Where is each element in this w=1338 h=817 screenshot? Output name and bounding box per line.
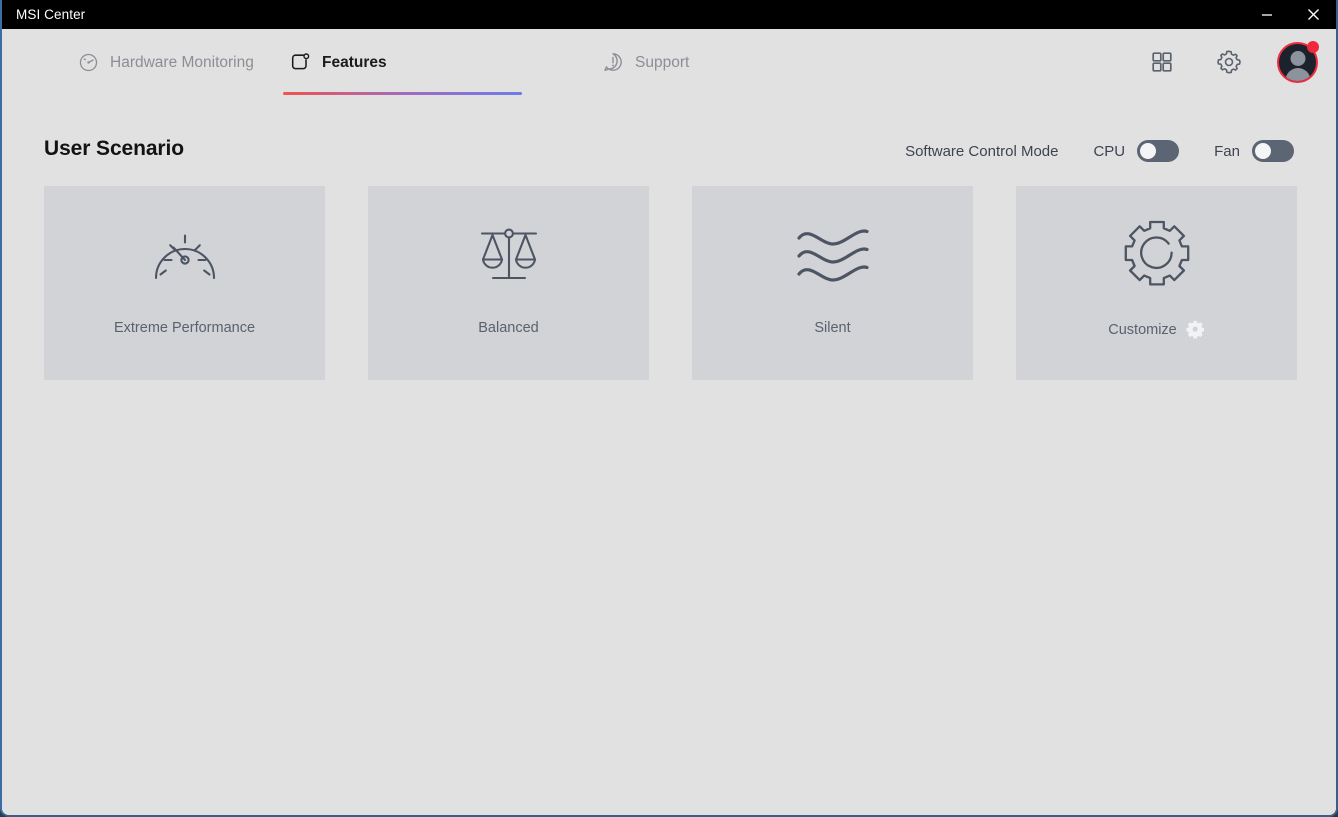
settings-button[interactable] xyxy=(1210,43,1248,81)
msi-center-window: MSI Center Hardware Monitoring Features … xyxy=(0,0,1338,817)
avatar-body xyxy=(1285,67,1310,81)
minimize-button[interactable] xyxy=(1244,0,1290,29)
fan-toggle-label: Fan xyxy=(1214,142,1240,160)
minimize-icon xyxy=(1262,13,1272,16)
scenario-label: Balanced xyxy=(478,320,539,336)
card-label-row: Silent xyxy=(814,320,850,336)
gear-outline-icon xyxy=(1118,186,1196,326)
user-scenario-cards: Extreme Performance Balanced Silent Cust… xyxy=(44,186,1297,380)
scenario-label: Extreme Performance xyxy=(113,320,256,336)
close-button[interactable] xyxy=(1290,0,1336,29)
software-control-mode: Software Control Mode CPU Fan xyxy=(905,140,1294,162)
page-title: User Scenario xyxy=(44,137,184,160)
card-label-row: Extreme Performance xyxy=(114,320,255,336)
gauge-dial-icon xyxy=(78,52,99,73)
content-area: User Scenario Software Control Mode CPU … xyxy=(2,95,1336,815)
scenario-label: Silent xyxy=(814,320,851,336)
avatar[interactable] xyxy=(1277,40,1319,83)
window-controls xyxy=(1244,0,1336,29)
apps-grid-button[interactable] xyxy=(1143,43,1181,81)
tab-support[interactable]: Support xyxy=(596,29,695,95)
scenario-card-balanced[interactable]: Balanced xyxy=(368,186,649,380)
balance-scale-icon xyxy=(471,186,547,326)
speech-bubble-alert-icon xyxy=(602,51,624,73)
fan-toggle[interactable] xyxy=(1252,140,1294,162)
top-action-bar xyxy=(1143,29,1319,95)
close-icon xyxy=(1307,9,1319,20)
notification-badge xyxy=(1307,40,1319,53)
tab-label: Features xyxy=(322,54,387,72)
fan-toggle-group: Fan xyxy=(1214,140,1294,162)
app-title: MSI Center xyxy=(16,7,86,22)
software-control-mode-label: Software Control Mode xyxy=(905,142,1059,160)
cpu-toggle[interactable] xyxy=(1137,140,1180,162)
feature-widget-icon xyxy=(289,51,311,73)
cpu-toggle-group: CPU xyxy=(1093,140,1180,162)
scenario-card-silent[interactable]: Silent xyxy=(692,186,973,380)
scenario-card-customize[interactable]: Customize xyxy=(1016,186,1297,380)
titlebar: MSI Center xyxy=(2,0,1336,29)
main-tabbar: Hardware Monitoring Features Support xyxy=(2,29,1336,95)
tab-hardware-monitoring[interactable]: Hardware Monitoring xyxy=(72,29,260,95)
tab-label: Hardware Monitoring xyxy=(110,54,254,72)
avatar-head xyxy=(1290,50,1305,66)
toggle-knob xyxy=(1140,143,1157,159)
toggle-knob xyxy=(1255,143,1271,159)
cpu-toggle-label: CPU xyxy=(1093,142,1126,160)
grid-2x2-icon xyxy=(1152,52,1172,72)
scenario-label: Customize xyxy=(1108,321,1177,338)
gear-icon xyxy=(1217,50,1241,74)
card-label-row: Balanced xyxy=(478,320,538,336)
tab-label: Support xyxy=(635,54,690,72)
small-gear-icon[interactable] xyxy=(1186,320,1205,339)
tab-features[interactable]: Features xyxy=(283,29,522,95)
wave-lines-icon xyxy=(795,186,871,326)
card-label-row: Customize xyxy=(1108,320,1205,339)
scenario-card-extreme-performance[interactable]: Extreme Performance xyxy=(44,186,325,380)
speedometer-icon xyxy=(145,186,225,326)
